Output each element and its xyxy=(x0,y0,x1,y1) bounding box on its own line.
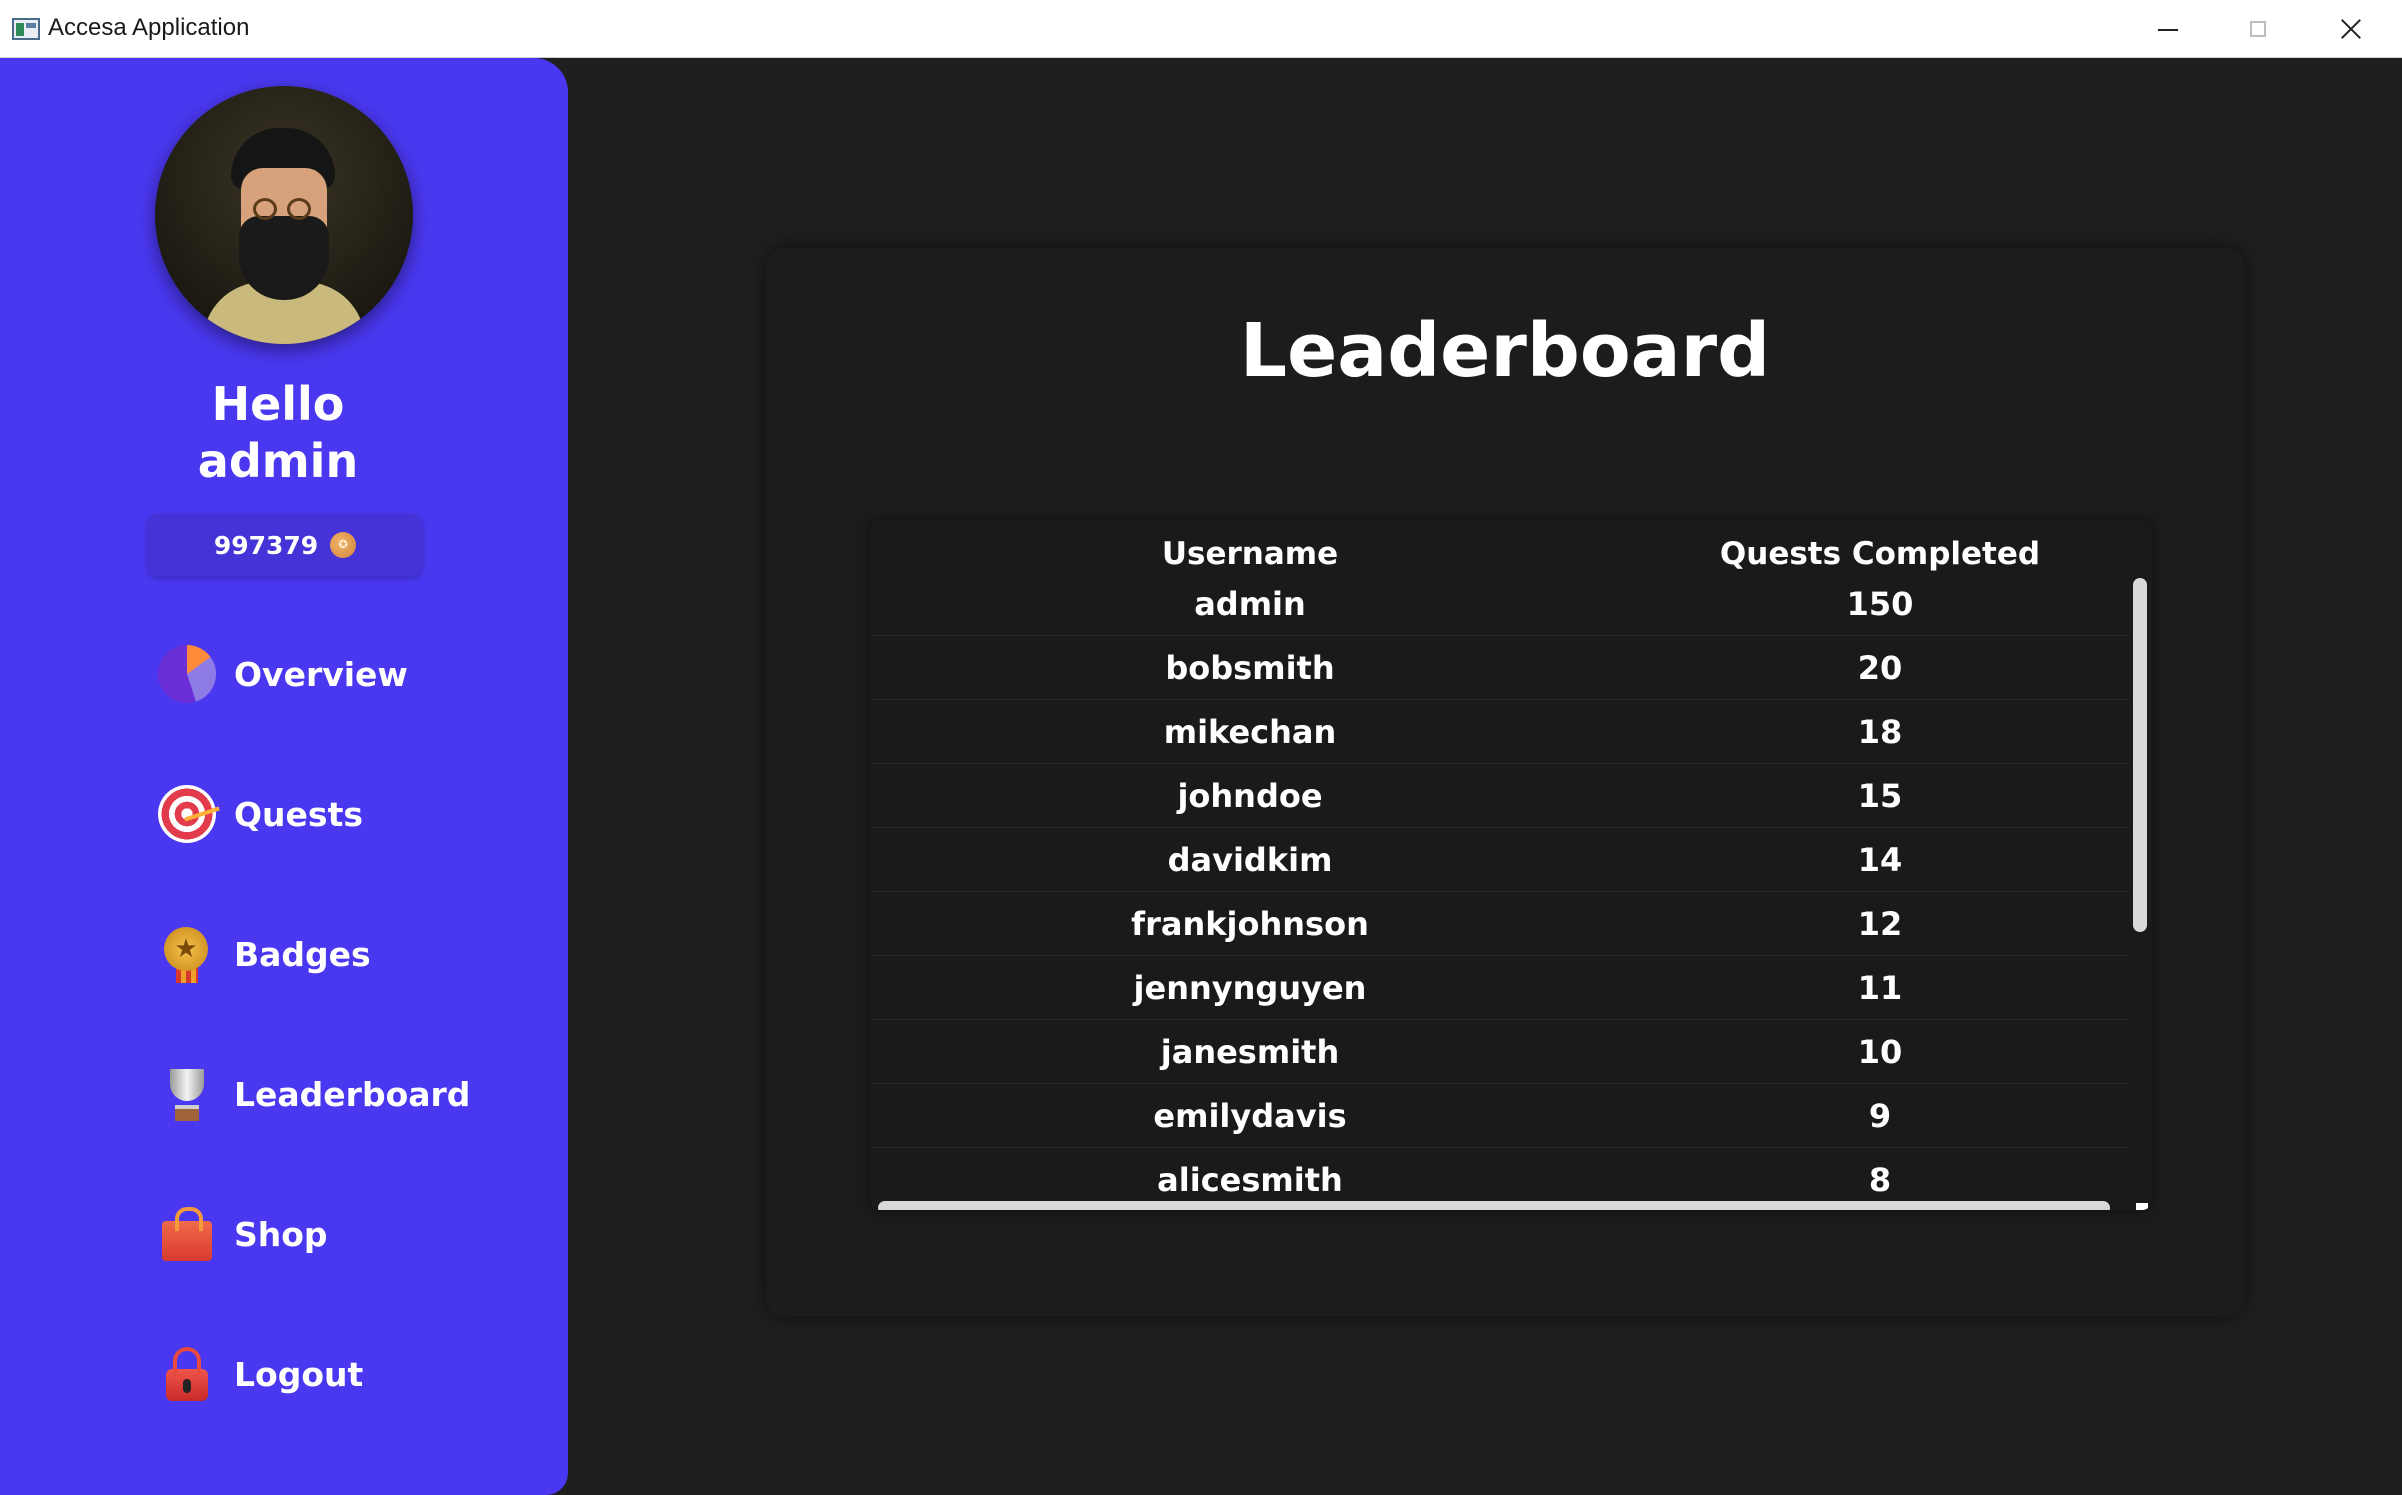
cell-quests: 15 xyxy=(1857,776,1903,815)
cell-quests: 11 xyxy=(1857,968,1903,1007)
cell-username: mikechan xyxy=(1163,712,1337,751)
lock-icon xyxy=(158,1345,216,1403)
cell-quests: 20 xyxy=(1857,648,1903,687)
pie-chart-icon xyxy=(158,645,216,703)
greeting-username: admin xyxy=(197,434,359,488)
coin-icon: ✪ xyxy=(330,532,357,558)
table-row[interactable]: johndoe 15 xyxy=(870,764,2130,828)
coin-balance: 997379 ✪ xyxy=(148,514,422,576)
cell-quests: 18 xyxy=(1857,712,1903,751)
cell-username: janesmith xyxy=(1160,1032,1340,1071)
trophy-icon xyxy=(158,1065,216,1123)
nav-overview[interactable]: Overview xyxy=(158,641,408,707)
cell-username: alicesmith xyxy=(1157,1160,1343,1199)
cell-username: emilydavis xyxy=(1153,1096,1347,1135)
medal-icon xyxy=(158,925,216,983)
nav-shop-label: Shop xyxy=(234,1214,328,1254)
scrollbar-corner xyxy=(2136,1203,2148,1210)
cell-username: bobsmith xyxy=(1165,648,1335,687)
nav-quests-label: Quests xyxy=(234,794,363,834)
table-row[interactable]: janesmith 10 xyxy=(870,1020,2130,1084)
table-row[interactable]: mikechan 18 xyxy=(870,700,2130,764)
table-header: Username Quests Completed xyxy=(870,532,2130,576)
nav-leaderboard-label: Leaderboard xyxy=(234,1074,471,1114)
minimize-button[interactable] xyxy=(2120,0,2212,58)
cell-quests: 10 xyxy=(1857,1032,1903,1071)
greeting-hello: Hello xyxy=(211,377,345,431)
avatar xyxy=(155,86,413,344)
leaderboard-table[interactable]: Username Quests Completed admin 150 bobs… xyxy=(870,520,2152,1210)
page-title: Leaderboard xyxy=(1239,308,1771,394)
leaderboard-card: Leaderboard Username Quests Completed ad… xyxy=(766,248,2244,1316)
window-title: Accesa Application xyxy=(48,14,250,41)
nav-leaderboard[interactable]: Leaderboard xyxy=(158,1061,470,1127)
target-icon xyxy=(158,785,216,843)
table-row[interactable]: jennynguyen 11 xyxy=(870,956,2130,1020)
close-button[interactable] xyxy=(2304,0,2396,58)
balance-value: 997379 xyxy=(213,530,319,560)
table-row[interactable]: frankjohnson 12 xyxy=(870,892,2130,956)
nav-quests[interactable]: Quests xyxy=(158,781,363,847)
cell-username: johndoe xyxy=(1177,776,1323,815)
greeting: Hello admin xyxy=(0,376,556,490)
sidebar: Hello admin 997379 ✪ Overview Quests Bad… xyxy=(0,58,568,1495)
app-icon xyxy=(12,18,40,40)
cell-username: jennynguyen xyxy=(1133,968,1367,1007)
column-header-username[interactable]: Username xyxy=(870,532,1630,576)
maximize-button[interactable] xyxy=(2212,0,2304,58)
nav-badges-label: Badges xyxy=(234,934,371,974)
table-row[interactable]: bobsmith 20 xyxy=(870,636,2130,700)
cell-username: frankjohnson xyxy=(1131,904,1369,943)
nav-logout-label: Logout xyxy=(234,1354,364,1394)
cell-quests: 8 xyxy=(1868,1160,1892,1199)
nav-overview-label: Overview xyxy=(234,654,408,694)
cell-username: admin xyxy=(1194,584,1306,623)
table-row[interactable]: admin 150 xyxy=(870,572,2130,636)
window-title-bar: Accesa Application xyxy=(0,0,2402,58)
horizontal-scrollbar[interactable] xyxy=(878,1201,2110,1210)
cell-quests: 9 xyxy=(1868,1096,1892,1135)
table-body: admin 150 bobsmith 20 mikechan 18 johndo… xyxy=(870,572,2130,1210)
cell-username: davidkim xyxy=(1167,840,1333,879)
nav-logout[interactable]: Logout xyxy=(158,1341,363,1407)
shopping-bag-icon xyxy=(158,1205,216,1263)
column-header-quests-completed[interactable]: Quests Completed xyxy=(1630,532,2130,576)
nav-shop[interactable]: Shop xyxy=(158,1201,328,1267)
table-row[interactable]: davidkim 14 xyxy=(870,828,2130,892)
cell-quests: 12 xyxy=(1857,904,1903,943)
cell-quests: 14 xyxy=(1857,840,1903,879)
nav-badges[interactable]: Badges xyxy=(158,921,371,987)
cell-quests: 150 xyxy=(1846,584,1914,623)
table-row[interactable]: emilydavis 9 xyxy=(870,1084,2130,1148)
vertical-scrollbar[interactable] xyxy=(2133,578,2147,932)
